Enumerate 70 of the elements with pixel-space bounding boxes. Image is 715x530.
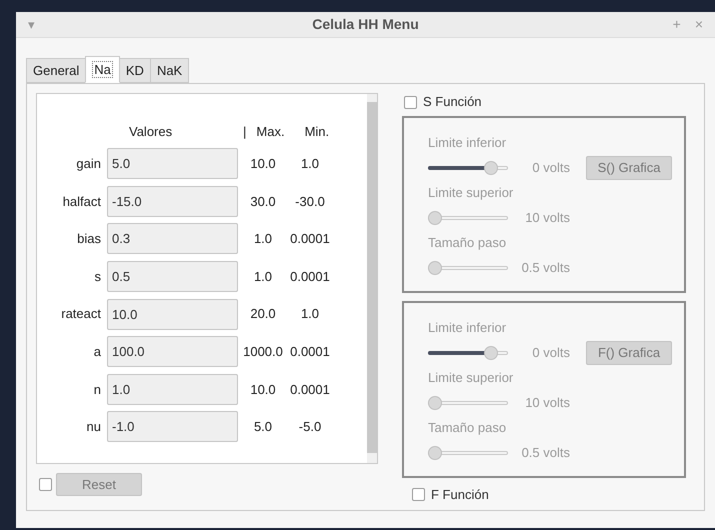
slider-thumb[interactable] [428, 210, 442, 224]
column-header: Valores [129, 123, 174, 142]
min-value: -30.0 [294, 192, 326, 211]
parameter-field[interactable]: 0.5 [107, 261, 238, 292]
parameter-field[interactable]: 0.3 [107, 223, 238, 254]
slider-thumb[interactable] [484, 160, 498, 174]
column-header: Max. [256, 123, 285, 142]
window-title: Celula HH Menu [311, 15, 420, 34]
parameter-name: gain [75, 155, 102, 174]
checkbox-label: F Función [431, 486, 489, 504]
min-value: 0.0001 [289, 268, 331, 286]
slider[interactable] [428, 446, 508, 460]
parameter-name: a [92, 343, 102, 362]
scrollbar[interactable] [367, 94, 377, 463]
max-value: 1.0 [252, 230, 274, 248]
min-value: 0.0001 [289, 380, 331, 399]
slider-thumb[interactable] [428, 396, 442, 410]
max-value: 5.0 [252, 418, 274, 436]
parameter-field[interactable]: 100.0 [107, 336, 238, 368]
slider-reading: 10 volts [524, 208, 570, 227]
slider-label: Limite inferior [428, 134, 508, 151]
min-value: -5.0 [298, 418, 322, 436]
parameter-field[interactable]: -15.0 [107, 186, 238, 217]
max-value: 20.0 [249, 305, 277, 324]
column-separator: | [243, 123, 246, 142]
min-value: 0.0001 [289, 343, 331, 362]
slider-thumb[interactable] [428, 260, 442, 274]
slider-thumb[interactable] [428, 446, 442, 460]
max-value: 30.0 [249, 192, 277, 211]
parameter-name: halfact [62, 192, 102, 211]
min-value: 1.0 [300, 155, 320, 174]
slider-reading: 0.5 volts [520, 444, 570, 462]
tab[interactable]: Na [85, 56, 120, 83]
parameter-name: nu [86, 418, 102, 436]
tab[interactable]: General [26, 58, 86, 83]
slider-reading: 0 volts [531, 158, 570, 177]
parameter-name: n [92, 380, 102, 399]
slider-label: Limite superior [428, 369, 514, 386]
slider-reading: 0.5 volts [520, 258, 570, 277]
checkbox[interactable] [404, 96, 417, 108]
tab[interactable]: KD [118, 58, 151, 83]
checkbox[interactable] [412, 488, 425, 502]
slider-label: Tamaño paso [428, 419, 508, 436]
slider-reading: 10 volts [524, 394, 570, 412]
slider[interactable] [428, 210, 508, 224]
slider-reading: 0 volts [531, 344, 570, 362]
parameter-field[interactable]: -1.0 [107, 411, 238, 442]
slider[interactable] [428, 160, 508, 174]
max-value: 1000.0 [242, 343, 284, 362]
parameter-name: s [94, 268, 102, 286]
slider-label: Limite superior [428, 184, 514, 201]
max-value: 10.0 [249, 380, 277, 399]
min-value: 1.0 [300, 305, 320, 324]
max-value: 1.0 [252, 268, 274, 286]
min-value: 0.0001 [289, 230, 331, 248]
parameter-field[interactable]: 5.0 [107, 148, 238, 180]
slider[interactable] [428, 260, 508, 274]
max-value: 10.0 [249, 155, 277, 174]
parameter-field[interactable]: 10.0 [107, 298, 238, 330]
slider-thumb[interactable] [484, 346, 498, 360]
parameter-field[interactable]: 1.0 [107, 374, 238, 405]
slider-label: Limite inferior [428, 319, 508, 336]
slider[interactable] [428, 396, 508, 410]
parameter-name: bias [76, 230, 102, 248]
checkbox-label: S Función [423, 93, 482, 112]
parameter-name: rateact [60, 305, 102, 324]
slider[interactable] [428, 346, 508, 360]
column-header: Min. [304, 123, 330, 142]
tab[interactable]: NaK [150, 58, 190, 83]
slider-label: Tamaño paso [428, 234, 508, 251]
